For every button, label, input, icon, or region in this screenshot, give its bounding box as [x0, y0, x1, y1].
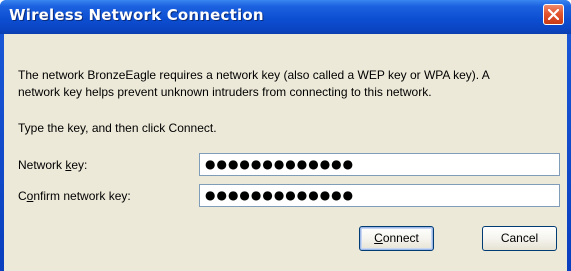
title-bar[interactable]: Wireless Network Connection — [0, 0, 571, 34]
connect-button[interactable]: Connect — [359, 226, 434, 251]
window-title: Wireless Network Connection — [9, 6, 264, 24]
message-line-1: The network BronzeEagle requires a netwo… — [18, 68, 490, 82]
close-icon — [548, 9, 559, 20]
dialog-body: The network BronzeEagle requires a netwo… — [4, 34, 567, 271]
confirm-network-key-label: Confirm network key: — [18, 189, 131, 203]
wireless-network-dialog: Wireless Network Connection The network … — [0, 0, 571, 271]
cancel-button[interactable]: Cancel — [482, 226, 557, 251]
confirm-network-key-input[interactable]: ●●●●●●●●●●●●● — [199, 184, 560, 207]
network-key-label: Network key: — [18, 158, 88, 172]
network-key-input[interactable]: ●●●●●●●●●●●●● — [199, 153, 560, 176]
instruction-text: Type the key, and then click Connect. — [18, 121, 217, 135]
close-button[interactable] — [543, 4, 564, 25]
message-line-2: network key helps prevent unknown intrud… — [18, 85, 432, 99]
message-text: The network BronzeEagle requires a netwo… — [18, 67, 563, 101]
